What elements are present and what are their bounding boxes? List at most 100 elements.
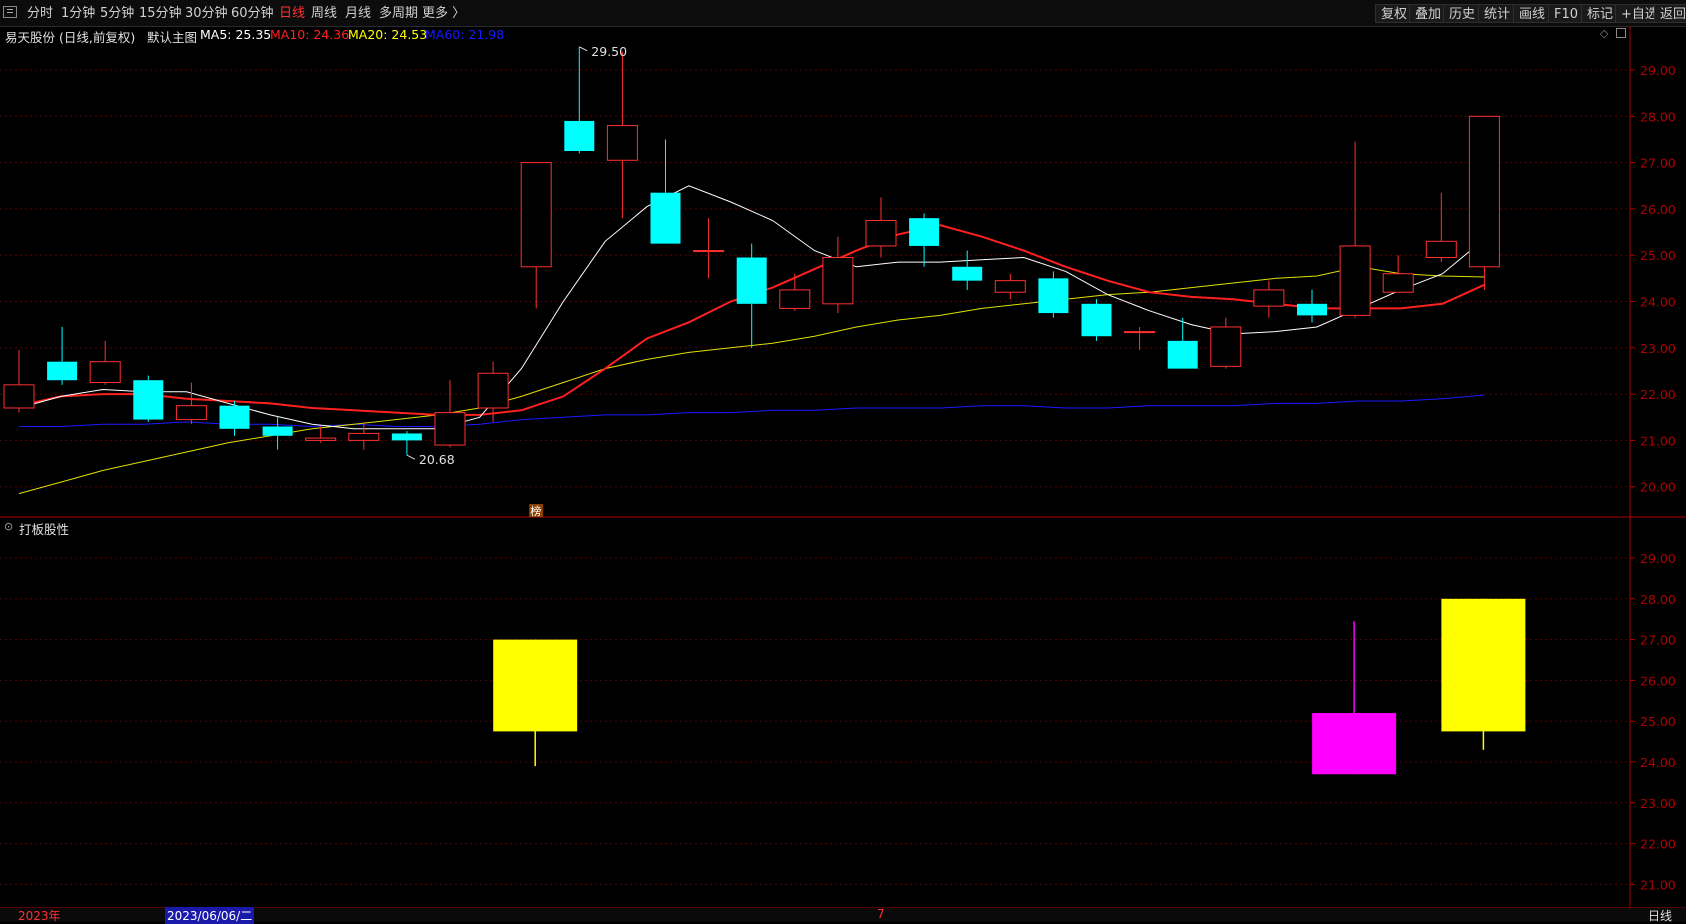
candle [520, 162, 552, 309]
collapse-icon[interactable]: ⊙ [4, 520, 13, 533]
candle-body-down [909, 218, 940, 246]
y-tick-label: 28.00 [1640, 109, 1676, 124]
ma10-label: MA10: 24.36 [270, 27, 350, 42]
sub-bar-body [1312, 713, 1397, 775]
candle [693, 218, 725, 279]
candle [952, 250, 983, 290]
candle-body-down [1297, 303, 1327, 316]
candle-body-up [477, 372, 509, 409]
candle-body-down [219, 405, 250, 429]
candle [1468, 115, 1500, 290]
candle [1038, 271, 1069, 318]
candle-body-up [1339, 245, 1371, 316]
candle-body-up [822, 257, 854, 305]
sub-y-tick-label: 29.00 [1640, 551, 1676, 566]
candle [822, 236, 854, 314]
diamond-icon[interactable]: ◇ [1600, 27, 1608, 40]
stock-title: 易天股份 (日线,前复权) [5, 30, 136, 45]
candle [3, 350, 35, 413]
y-tick-label: 27.00 [1640, 156, 1676, 171]
candle-body-down [47, 361, 78, 381]
candle-body-up [3, 384, 35, 409]
sub-y-tick-label: 26.00 [1640, 673, 1676, 688]
candle-body-up [434, 412, 466, 446]
kline-chart[interactable]: 29.00 28.00 27.00 26.00 25.00 24.00 23.00 22.00… [0, 0, 1686, 922]
candle [1382, 255, 1414, 293]
candle-body-up [994, 280, 1026, 293]
low-marker-label: 20.68 [419, 452, 455, 467]
price-axes: 29.00 28.00 27.00 26.00 25.00 24.00 23.00 22.00… [0, 26, 1686, 909]
candle [1253, 280, 1285, 318]
candle [1297, 289, 1327, 323]
candle-body-down [262, 426, 293, 436]
candle [1081, 299, 1112, 341]
ma60-label: MA60: 21.98 [425, 27, 505, 42]
panel-toggle-icon[interactable] [1616, 28, 1626, 38]
high-marker-arrow [579, 46, 588, 52]
sub-bar [1441, 598, 1526, 750]
sub-panel-title: 打板股性 [19, 522, 70, 537]
y-tick-label: 22.00 [1640, 387, 1676, 402]
candle [175, 382, 207, 425]
candle [133, 375, 164, 422]
sub-y-tick-label: 23.00 [1640, 796, 1676, 811]
sub-indicator-bars [493, 598, 1526, 775]
candle-body-down [133, 380, 164, 420]
candle-body-up [520, 162, 552, 268]
sub-bar-body [1441, 598, 1526, 732]
candle-body-down [1167, 340, 1198, 369]
candle [434, 380, 466, 448]
period-label: 日线 [1648, 909, 1673, 923]
candle-body-up [606, 125, 638, 161]
candle-body-up [1253, 289, 1285, 307]
candle [262, 417, 293, 450]
sub-bar [1312, 621, 1397, 775]
y-tick-label: 24.00 [1640, 295, 1676, 310]
candle-body-up [1124, 331, 1156, 334]
candle [606, 51, 638, 219]
candle-body-down [564, 120, 595, 152]
candle-body-up [348, 432, 380, 441]
candle [1210, 317, 1242, 369]
candle-body-up [1210, 326, 1242, 367]
candle [564, 46, 595, 154]
month-label: 7 [877, 907, 885, 921]
sub-bar [493, 639, 578, 767]
sub-y-tick-label: 27.00 [1640, 633, 1676, 648]
candle-body-down [1081, 303, 1112, 337]
y-tick-label: 20.00 [1640, 480, 1676, 495]
candle [865, 197, 897, 258]
template-label[interactable]: 默认主图 [147, 27, 197, 46]
candle [47, 326, 78, 385]
candle-body-down [1038, 278, 1069, 314]
candle [779, 273, 811, 311]
candle-body-up [89, 361, 121, 384]
sub-bar-body [493, 639, 578, 732]
cursor-date-label: 2023/06/06/二 [165, 907, 255, 924]
bang-marker-label: 榜 [530, 504, 541, 518]
candle [994, 273, 1026, 300]
candle [909, 213, 940, 267]
candle [391, 431, 422, 456]
candle-body-up [1468, 115, 1500, 268]
sub-y-tick-label: 28.00 [1640, 592, 1676, 607]
y-tick-label: 26.00 [1640, 202, 1676, 217]
candle-body-down [736, 257, 767, 304]
y-tick-label: 29.00 [1640, 63, 1676, 78]
candle-body-up [1382, 273, 1414, 293]
sub-y-tick-label: 25.00 [1640, 714, 1676, 729]
candle [736, 243, 767, 348]
low-marker-arrow [406, 454, 416, 460]
year-label: 2023年 [18, 909, 61, 923]
candle-body-up [175, 405, 207, 421]
high-marker-label: 29.50 [591, 44, 627, 59]
candle [1339, 141, 1371, 318]
candle-body-up [1425, 240, 1457, 259]
candle-body-down [650, 192, 681, 244]
candle-body-up [305, 437, 337, 441]
candle-body-up [693, 250, 725, 253]
ma20-label: MA20: 24.53 [348, 27, 428, 42]
candle-body-up [779, 289, 811, 309]
sub-y-tick-label: 24.00 [1640, 755, 1676, 770]
candle [650, 139, 681, 244]
